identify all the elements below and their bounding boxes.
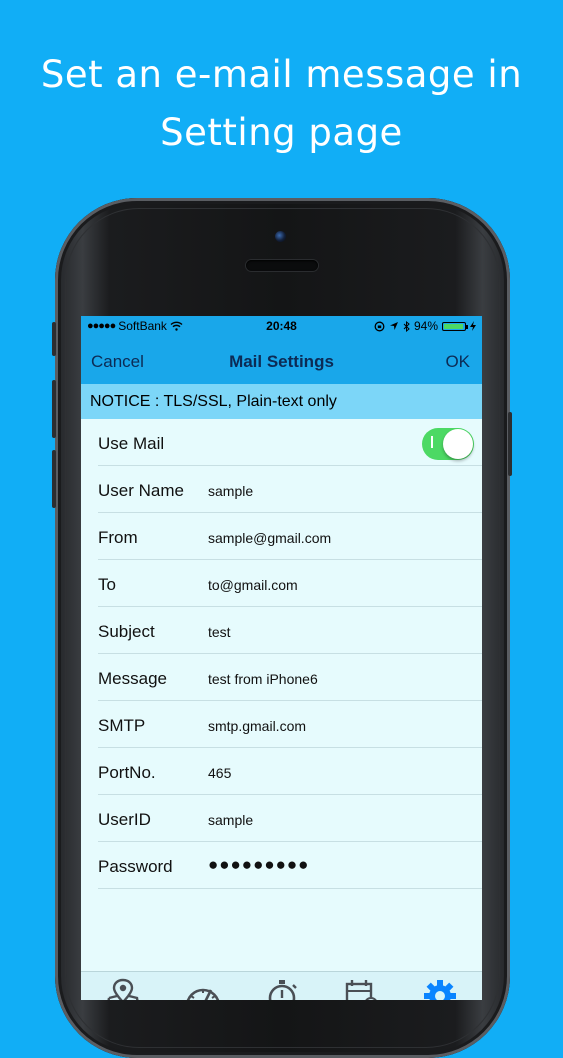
smtp-field[interactable]: smtp.gmail.com [208,718,306,734]
gear-icon [420,976,460,1000]
setting-label: To [98,575,116,595]
tab-calendar[interactable] [340,976,380,1000]
user-name-field[interactable]: sample [208,483,253,499]
port-field[interactable]: 465 [208,765,231,781]
volume-up-button [52,380,56,438]
phone-screen: ●●●●● SoftBank 20:48 94% [81,316,482,1000]
setting-label: SMTP [98,716,145,736]
setting-row-password[interactable]: Password ●●●●●●●●● [81,842,482,889]
promo-line-1: Set an e-mail message in [0,46,563,104]
setting-row-to[interactable]: To to@gmail.com [81,560,482,607]
power-button [508,412,512,476]
page-title: Mail Settings [81,352,482,372]
setting-row-message[interactable]: Message test from iPhone6 [81,654,482,701]
message-field[interactable]: test from iPhone6 [208,671,318,687]
status-bar: ●●●●● SoftBank 20:48 94% [81,316,482,336]
ok-button[interactable]: OK [445,352,470,372]
battery-level [444,324,463,329]
setting-row-smtp[interactable]: SMTP smtp.gmail.com [81,701,482,748]
bluetooth-icon [403,321,410,332]
speedometer-icon [183,976,223,1000]
promo-caption: Set an e-mail message in Setting page [0,46,563,162]
battery-icon [442,322,466,331]
battery-tip [466,325,468,329]
rotation-lock-icon [374,321,385,332]
setting-label: Subject [98,622,155,642]
toggle-on-mark [431,436,433,448]
setting-label: PortNo. [98,763,156,783]
map-pin-icon [103,976,143,1000]
stopwatch-icon [262,976,302,1000]
to-field[interactable]: to@gmail.com [208,577,298,593]
setting-label: Password [98,857,173,877]
setting-row-userid[interactable]: UserID sample [81,795,482,842]
tab-settings[interactable] [420,976,460,1000]
location-arrow-icon [389,321,399,331]
notice-text: NOTICE : TLS/SSL, Plain-text only [90,393,337,411]
setting-label: From [98,528,138,548]
charging-bolt-icon [470,321,476,331]
volume-down-button [52,450,56,508]
tab-speed[interactable] [183,976,223,1000]
use-mail-toggle[interactable] [422,428,474,460]
subject-field[interactable]: test [208,624,231,640]
setting-row-from[interactable]: From sample@gmail.com [81,513,482,560]
promo-line-2: Setting page [0,104,563,162]
setting-label: User Name [98,481,184,501]
calendar-icon [340,976,380,1000]
tab-map[interactable] [103,976,143,1000]
tab-bar [81,971,482,1000]
toggle-knob [443,429,473,459]
setting-label: Message [98,669,167,689]
battery-percent: 94% [414,319,438,333]
password-field[interactable]: ●●●●●●●●● [208,855,309,875]
setting-row-user-name[interactable]: User Name sample [81,466,482,513]
navigation-bar: Cancel Mail Settings OK [81,336,482,384]
mute-switch [52,322,56,356]
setting-label: Use Mail [98,434,164,454]
settings-list: Use Mail User Name sample From sample@gm… [81,419,482,889]
front-camera [275,231,286,242]
setting-row-use-mail: Use Mail [81,419,482,466]
status-right: 94% [374,319,476,333]
setting-row-port[interactable]: PortNo. 465 [81,748,482,795]
userid-field[interactable]: sample [208,812,253,828]
setting-row-subject[interactable]: Subject test [81,607,482,654]
tab-timer[interactable] [262,976,302,1000]
from-field[interactable]: sample@gmail.com [208,530,331,546]
setting-label: UserID [98,810,151,830]
earpiece-speaker [246,260,318,271]
notice-banner: NOTICE : TLS/SSL, Plain-text only [81,384,482,419]
